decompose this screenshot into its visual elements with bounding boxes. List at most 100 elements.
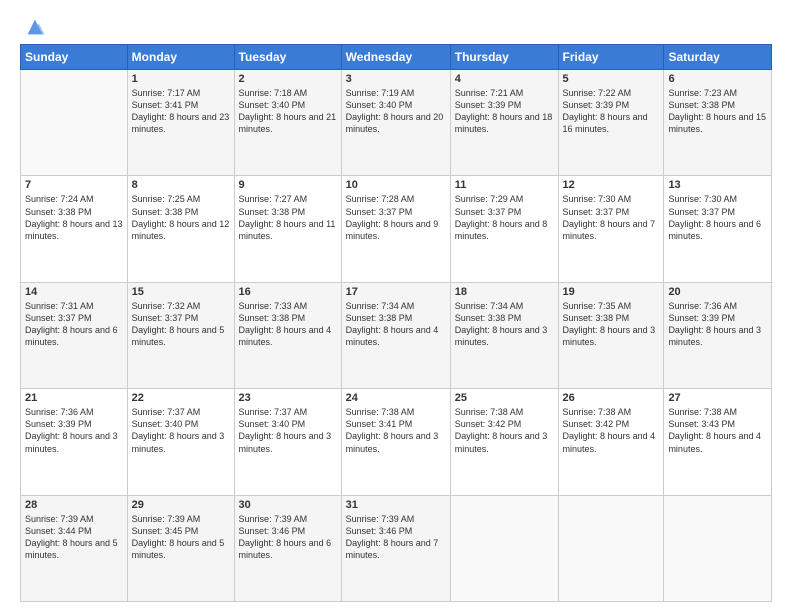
day-info: Sunrise: 7:38 AM Sunset: 3:42 PM Dayligh… <box>563 406 660 455</box>
day-number: 26 <box>563 392 660 404</box>
day-info: Sunrise: 7:38 AM Sunset: 3:41 PM Dayligh… <box>346 406 446 455</box>
logo <box>20 16 46 38</box>
logo-icon <box>24 16 46 38</box>
day-cell: 6Sunrise: 7:23 AM Sunset: 3:38 PM Daylig… <box>664 70 772 176</box>
header-day-tuesday: Tuesday <box>234 45 341 70</box>
day-info: Sunrise: 7:38 AM Sunset: 3:43 PM Dayligh… <box>668 406 767 455</box>
day-info: Sunrise: 7:38 AM Sunset: 3:42 PM Dayligh… <box>455 406 554 455</box>
day-info: Sunrise: 7:39 AM Sunset: 3:45 PM Dayligh… <box>132 513 230 562</box>
day-cell: 23Sunrise: 7:37 AM Sunset: 3:40 PM Dayli… <box>234 389 341 495</box>
day-number: 24 <box>346 392 446 404</box>
day-number: 31 <box>346 499 446 511</box>
day-cell: 25 Sunrise: 7:38 AM Sunset: 3:42 PM Dayli… <box>450 389 558 495</box>
day-info: Sunrise: 7:24 AM Sunset: 3:38 PM Dayligh… <box>25 193 123 242</box>
day-info: Sunrise: 7:21 AM Sunset: 3:39 PM Dayligh… <box>455 87 554 136</box>
day-number: 16 <box>239 286 337 298</box>
day-number: 3 <box>346 73 446 85</box>
day-cell: 24 Sunrise: 7:38 AM Sunset: 3:41 PM Dayli… <box>341 389 450 495</box>
day-number: 27 <box>668 392 767 404</box>
day-number: 13 <box>668 179 767 191</box>
day-cell: 18 Sunrise: 7:34 AM Sunset: 3:38 PM Dayli… <box>450 282 558 388</box>
day-info: Sunrise: 7:36 AM Sunset: 3:39 PM Dayligh… <box>668 300 767 349</box>
day-number: 9 <box>239 179 337 191</box>
day-cell: 5 Sunrise: 7:22 AM Sunset: 3:39 PM Daylig… <box>558 70 664 176</box>
day-cell: 4 Sunrise: 7:21 AM Sunset: 3:39 PM Daylig… <box>450 70 558 176</box>
header-day-monday: Monday <box>127 45 234 70</box>
day-number: 21 <box>25 392 123 404</box>
day-number: 17 <box>346 286 446 298</box>
day-cell: 19 Sunrise: 7:35 AM Sunset: 3:38 PM Dayli… <box>558 282 664 388</box>
header-row: SundayMondayTuesdayWednesdayThursdayFrid… <box>21 45 772 70</box>
day-info: Sunrise: 7:18 AM Sunset: 3:40 PM Dayligh… <box>239 87 337 136</box>
day-cell: 17 Sunrise: 7:34 AM Sunset: 3:38 PM Dayli… <box>341 282 450 388</box>
day-info: Sunrise: 7:25 AM Sunset: 3:38 PM Dayligh… <box>132 193 230 242</box>
day-cell: 12Sunrise: 7:30 AM Sunset: 3:37 PM Dayli… <box>558 176 664 282</box>
day-number: 15 <box>132 286 230 298</box>
day-number: 7 <box>25 179 123 191</box>
day-info: Sunrise: 7:34 AM Sunset: 3:38 PM Dayligh… <box>346 300 446 349</box>
day-info: Sunrise: 7:31 AM Sunset: 3:37 PM Dayligh… <box>25 300 123 349</box>
day-cell <box>21 70 128 176</box>
day-cell: 26 Sunrise: 7:38 AM Sunset: 3:42 PM Dayli… <box>558 389 664 495</box>
calendar-table: SundayMondayTuesdayWednesdayThursdayFrid… <box>20 44 772 602</box>
day-cell: 15Sunrise: 7:32 AM Sunset: 3:37 PM Dayli… <box>127 282 234 388</box>
day-number: 8 <box>132 179 230 191</box>
day-cell: 31Sunrise: 7:39 AM Sunset: 3:46 PM Dayli… <box>341 495 450 601</box>
day-number: 25 <box>455 392 554 404</box>
day-cell: 20 Sunrise: 7:36 AM Sunset: 3:39 PM Dayli… <box>664 282 772 388</box>
day-info: Sunrise: 7:37 AM Sunset: 3:40 PM Dayligh… <box>132 406 230 455</box>
day-number: 30 <box>239 499 337 511</box>
header-day-saturday: Saturday <box>664 45 772 70</box>
day-info: Sunrise: 7:27 AM Sunset: 3:38 PM Dayligh… <box>239 193 337 242</box>
day-cell: 8 Sunrise: 7:25 AM Sunset: 3:38 PM Daylig… <box>127 176 234 282</box>
day-cell: 1Sunrise: 7:17 AM Sunset: 3:41 PM Daylig… <box>127 70 234 176</box>
week-row-1: 7 Sunrise: 7:24 AM Sunset: 3:38 PM Daylig… <box>21 176 772 282</box>
day-number: 22 <box>132 392 230 404</box>
day-number: 2 <box>239 73 337 85</box>
day-cell: 13Sunrise: 7:30 AM Sunset: 3:37 PM Dayli… <box>664 176 772 282</box>
day-cell: 2 Sunrise: 7:18 AM Sunset: 3:40 PM Daylig… <box>234 70 341 176</box>
day-number: 1 <box>132 73 230 85</box>
day-info: Sunrise: 7:33 AM Sunset: 3:38 PM Dayligh… <box>239 300 337 349</box>
day-number: 6 <box>668 73 767 85</box>
day-info: Sunrise: 7:19 AM Sunset: 3:40 PM Dayligh… <box>346 87 446 136</box>
header <box>20 16 772 38</box>
page: SundayMondayTuesdayWednesdayThursdayFrid… <box>0 0 792 612</box>
day-cell: 29 Sunrise: 7:39 AM Sunset: 3:45 PM Dayli… <box>127 495 234 601</box>
day-number: 10 <box>346 179 446 191</box>
day-number: 29 <box>132 499 230 511</box>
day-cell <box>450 495 558 601</box>
header-day-friday: Friday <box>558 45 664 70</box>
day-number: 23 <box>239 392 337 404</box>
day-info: Sunrise: 7:22 AM Sunset: 3:39 PM Dayligh… <box>563 87 660 136</box>
day-info: Sunrise: 7:39 AM Sunset: 3:44 PM Dayligh… <box>25 513 123 562</box>
day-info: Sunrise: 7:34 AM Sunset: 3:38 PM Dayligh… <box>455 300 554 349</box>
day-number: 18 <box>455 286 554 298</box>
day-cell <box>558 495 664 601</box>
day-number: 14 <box>25 286 123 298</box>
week-row-3: 21 Sunrise: 7:36 AM Sunset: 3:39 PM Dayli… <box>21 389 772 495</box>
day-number: 19 <box>563 286 660 298</box>
day-info: Sunrise: 7:39 AM Sunset: 3:46 PM Dayligh… <box>239 513 337 562</box>
day-cell: 9 Sunrise: 7:27 AM Sunset: 3:38 PM Daylig… <box>234 176 341 282</box>
day-number: 20 <box>668 286 767 298</box>
day-cell: 16 Sunrise: 7:33 AM Sunset: 3:38 PM Dayli… <box>234 282 341 388</box>
day-number: 5 <box>563 73 660 85</box>
day-cell: 22 Sunrise: 7:37 AM Sunset: 3:40 PM Dayli… <box>127 389 234 495</box>
day-cell <box>664 495 772 601</box>
day-info: Sunrise: 7:36 AM Sunset: 3:39 PM Dayligh… <box>25 406 123 455</box>
day-cell: 11 Sunrise: 7:29 AM Sunset: 3:37 PM Dayli… <box>450 176 558 282</box>
day-info: Sunrise: 7:35 AM Sunset: 3:38 PM Dayligh… <box>563 300 660 349</box>
day-cell: 21 Sunrise: 7:36 AM Sunset: 3:39 PM Dayli… <box>21 389 128 495</box>
day-number: 28 <box>25 499 123 511</box>
day-cell: 10 Sunrise: 7:28 AM Sunset: 3:37 PM Dayli… <box>341 176 450 282</box>
day-number: 11 <box>455 179 554 191</box>
day-info: Sunrise: 7:29 AM Sunset: 3:37 PM Dayligh… <box>455 193 554 242</box>
day-cell: 7 Sunrise: 7:24 AM Sunset: 3:38 PM Daylig… <box>21 176 128 282</box>
day-info: Sunrise: 7:28 AM Sunset: 3:37 PM Dayligh… <box>346 193 446 242</box>
week-row-2: 14 Sunrise: 7:31 AM Sunset: 3:37 PM Dayli… <box>21 282 772 388</box>
day-number: 4 <box>455 73 554 85</box>
day-cell: 28 Sunrise: 7:39 AM Sunset: 3:44 PM Dayli… <box>21 495 128 601</box>
day-cell: 30 Sunrise: 7:39 AM Sunset: 3:46 PM Dayli… <box>234 495 341 601</box>
header-day-wednesday: Wednesday <box>341 45 450 70</box>
